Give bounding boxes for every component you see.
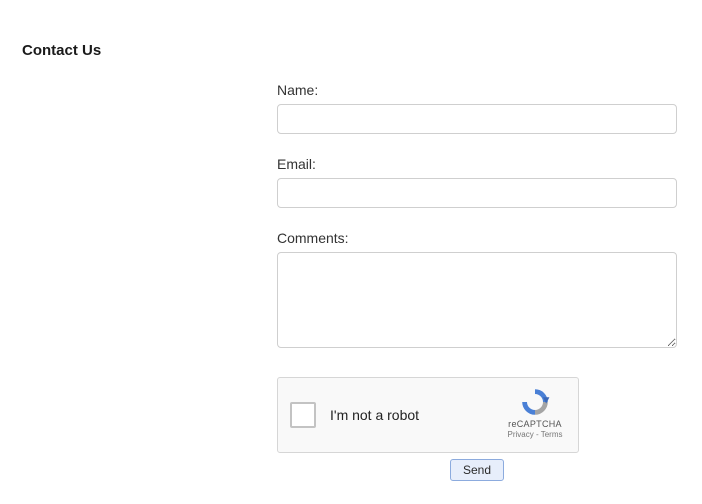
recaptcha-privacy-link[interactable]: Privacy: [508, 430, 534, 439]
recaptcha-terms-link[interactable]: Terms: [541, 430, 563, 439]
recaptcha-icon: [518, 386, 552, 418]
name-label: Name:: [277, 82, 677, 98]
page-title: Contact Us: [22, 42, 101, 59]
recaptcha-brand-text: reCAPTCHA: [502, 419, 568, 429]
email-label: Email:: [277, 156, 677, 172]
comments-field-block: Comments:: [277, 230, 677, 353]
recaptcha-checkbox[interactable]: [290, 402, 316, 428]
recaptcha-label: I'm not a robot: [330, 407, 419, 423]
recaptcha-links: Privacy - Terms: [502, 430, 568, 439]
recaptcha-branding: reCAPTCHA Privacy - Terms: [502, 386, 568, 439]
email-field-block: Email:: [277, 156, 677, 208]
recaptcha-separator: -: [534, 430, 541, 439]
recaptcha-widget: I'm not a robot reCAPTCHA Privacy - Term…: [277, 377, 579, 453]
name-field-block: Name:: [277, 82, 677, 134]
send-button[interactable]: Send: [450, 459, 504, 481]
email-input[interactable]: [277, 178, 677, 208]
comments-label: Comments:: [277, 230, 677, 246]
contact-form: Name: Email: Comments: I'm not a robot r…: [277, 82, 677, 481]
name-input[interactable]: [277, 104, 677, 134]
send-row: Send: [277, 459, 677, 481]
comments-input[interactable]: [277, 252, 677, 348]
